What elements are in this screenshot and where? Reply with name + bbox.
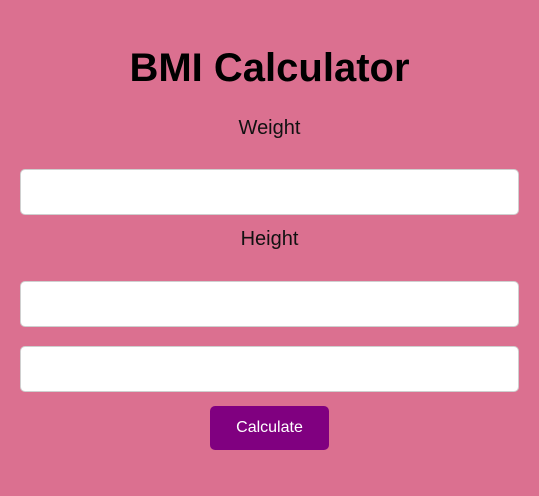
- height-label: Height: [240, 228, 299, 250]
- result-field[interactable]: [20, 346, 519, 392]
- page-title: BMI Calculator: [129, 46, 410, 90]
- weight-label: Weight: [238, 117, 301, 139]
- calculate-button[interactable]: Calculate: [210, 406, 329, 450]
- height-input[interactable]: [20, 281, 519, 327]
- weight-input[interactable]: [20, 169, 519, 215]
- bmi-calculator-page: BMI Calculator Weight Height Calculate: [0, 0, 539, 496]
